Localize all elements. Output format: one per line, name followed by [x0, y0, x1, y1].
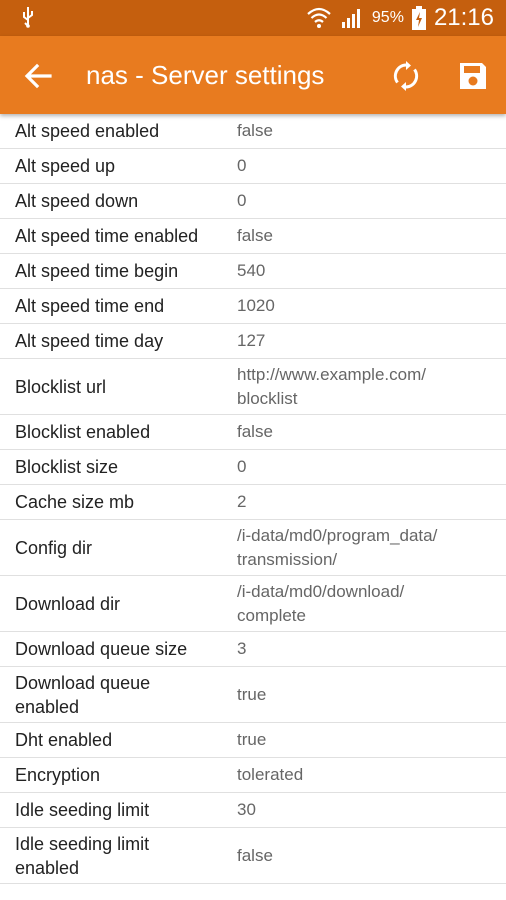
- setting-value: /i-data/md0/download/complete: [237, 581, 405, 625]
- setting-key: Alt speed time begin: [15, 261, 179, 281]
- setting-key: Alt speed time enabled: [15, 226, 199, 246]
- signal-icon: [341, 9, 360, 28]
- setting-value: 30: [237, 800, 256, 819]
- setting-value: false: [237, 422, 273, 441]
- settings-row[interactable]: Alt speed time enabled false: [0, 219, 506, 254]
- settings-row[interactable]: Alt speed time day 127: [0, 324, 506, 359]
- setting-value: 1020: [237, 296, 275, 315]
- status-bar: 95% 21:16: [0, 0, 506, 36]
- setting-key: Alt speed time end: [15, 296, 165, 316]
- setting-value: /i-data/md0/program_data/transmission/: [237, 525, 438, 569]
- sync-icon[interactable]: [388, 58, 424, 94]
- setting-value: tolerated: [237, 765, 304, 784]
- settings-row[interactable]: Blocklist size 0: [0, 450, 506, 485]
- battery-percent: 95%: [371, 9, 404, 26]
- setting-value: 2: [237, 492, 247, 511]
- settings-row[interactable]: Alt speed up 0: [0, 149, 506, 184]
- setting-key: Download queue size: [15, 639, 188, 659]
- save-icon[interactable]: [455, 58, 491, 94]
- setting-value: 0: [237, 191, 247, 210]
- back-arrow-icon[interactable]: [22, 59, 56, 93]
- setting-key: Idle seeding limit enabled: [15, 833, 150, 878]
- settings-row[interactable]: Download queue size 3: [0, 632, 506, 667]
- setting-value: false: [237, 226, 273, 245]
- settings-row[interactable]: Download dir/i-data/md0/download/complet…: [0, 576, 506, 632]
- settings-row[interactable]: Blocklist url http://www.example.com/bloc…: [0, 359, 506, 415]
- settings-row[interactable]: Config dir/i-data/md0/program_data/trans…: [0, 520, 506, 576]
- status-time: 21:16: [433, 4, 494, 31]
- settings-row[interactable]: Blocklist enabled false: [0, 415, 506, 450]
- setting-value: http://www.example.com/blocklist: [237, 364, 426, 408]
- setting-value: 0: [237, 156, 247, 175]
- setting-value: 127: [237, 331, 266, 350]
- setting-key: Alt speed down: [15, 191, 139, 211]
- settings-row[interactable]: Dht enabled true: [0, 723, 506, 758]
- settings-row[interactable]: Alt speed time begin 540: [0, 254, 506, 289]
- wifi-icon: [307, 7, 331, 28]
- setting-key: Config dir: [15, 537, 93, 558]
- setting-key: Download queue enabled: [15, 672, 151, 717]
- setting-value: true: [237, 684, 267, 704]
- app-bar: nas - Server settings: [0, 36, 506, 114]
- setting-key: Encryption: [15, 765, 101, 785]
- settings-row[interactable]: Download queue enabled true: [0, 667, 506, 723]
- setting-key: Alt speed time day: [15, 331, 164, 351]
- setting-key: Blocklist url: [15, 376, 107, 397]
- settings-row[interactable]: Alt speed time end 1020: [0, 289, 506, 324]
- setting-value: true: [237, 730, 267, 749]
- settings-row[interactable]: Encryption tolerated: [0, 758, 506, 793]
- settings-row[interactable]: Alt speed down 0: [0, 184, 506, 219]
- setting-key: Blocklist enabled: [15, 422, 151, 442]
- setting-value: false: [237, 845, 273, 865]
- settings-row[interactable]: Alt speed enabled false: [0, 114, 506, 149]
- setting-value: 0: [237, 457, 247, 476]
- settings-row[interactable]: Idle seeding limit 30: [0, 793, 506, 828]
- setting-value: 3: [237, 639, 247, 658]
- settings-row[interactable]: Idle seeding limit enabled false: [0, 828, 506, 884]
- battery-charging-icon: [411, 6, 426, 30]
- setting-value: 540: [237, 261, 266, 280]
- usb-icon: [23, 7, 33, 28]
- setting-key: Alt speed enabled: [15, 121, 160, 141]
- setting-key: Alt speed up: [15, 156, 116, 176]
- settings-list: Alt speed enabled false Alt speed up 0 Alt s…: [0, 114, 506, 884]
- setting-key: Blocklist size: [15, 457, 119, 477]
- setting-key: Dht enabled: [15, 730, 113, 750]
- settings-row[interactable]: Cache size mb 2: [0, 485, 506, 520]
- setting-key: Cache size mb: [15, 492, 135, 512]
- page-title: nas - Server settings: [86, 60, 325, 90]
- setting-key: Idle seeding limit: [15, 800, 150, 820]
- setting-key: Download dir: [15, 593, 121, 614]
- setting-value: false: [237, 121, 273, 140]
